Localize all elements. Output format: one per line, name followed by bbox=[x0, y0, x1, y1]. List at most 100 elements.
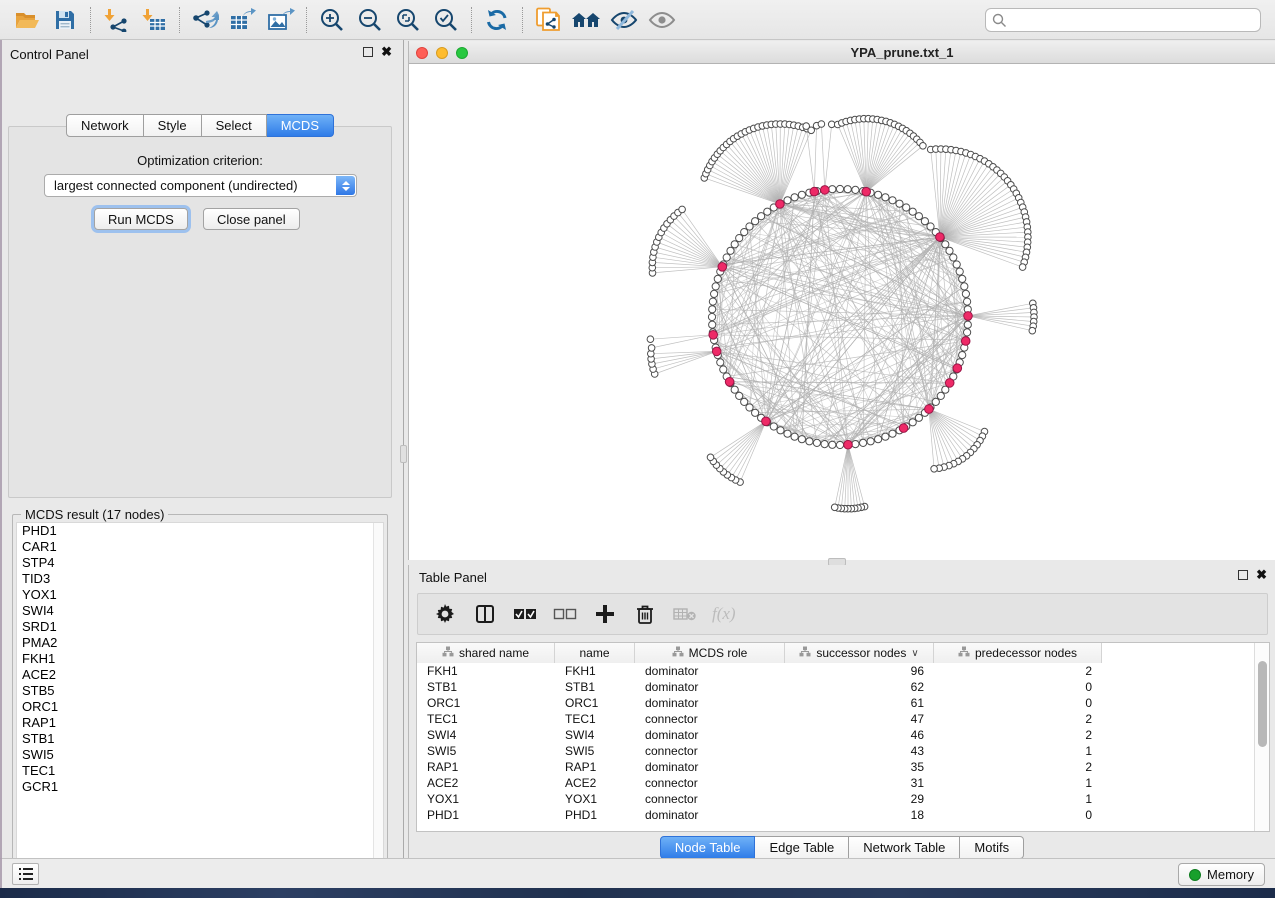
mcds-result-node[interactable]: FKH1 bbox=[17, 651, 383, 667]
table-cell[interactable]: connector bbox=[635, 775, 785, 791]
table-cell[interactable]: RAP1 bbox=[417, 759, 555, 775]
show-column-icon[interactable] bbox=[472, 601, 498, 627]
graph-mcds-node[interactable] bbox=[762, 417, 771, 426]
table-cell[interactable]: 2 bbox=[934, 727, 1102, 743]
graph-node[interactable] bbox=[852, 441, 859, 448]
graph-mcds-node[interactable] bbox=[844, 440, 853, 449]
graph-mcds-node[interactable] bbox=[953, 364, 962, 373]
graph-node[interactable] bbox=[784, 430, 791, 437]
graph-node[interactable] bbox=[829, 186, 836, 193]
table-row[interactable]: TEC1TEC1connector472 bbox=[417, 711, 1254, 727]
mcds-result-node[interactable]: PHD1 bbox=[17, 523, 383, 539]
graph-node[interactable] bbox=[752, 218, 759, 225]
graph-node[interactable] bbox=[746, 404, 753, 411]
table-row[interactable]: SWI4SWI4dominator462 bbox=[417, 727, 1254, 743]
table-scrollbar-thumb[interactable] bbox=[1258, 661, 1267, 747]
export-image-icon[interactable] bbox=[262, 4, 300, 36]
float-panel-icon[interactable] bbox=[363, 47, 373, 57]
hide-selected-eye-icon[interactable] bbox=[605, 4, 643, 36]
graph-node[interactable] bbox=[731, 386, 738, 393]
graph-node[interactable] bbox=[860, 439, 867, 446]
add-row-icon[interactable] bbox=[592, 601, 618, 627]
graph-node[interactable] bbox=[791, 194, 798, 201]
graph-node[interactable] bbox=[964, 321, 971, 328]
graph-node[interactable] bbox=[836, 185, 843, 192]
mcds-result-node[interactable]: GCR1 bbox=[17, 779, 383, 795]
table-cell[interactable]: TEC1 bbox=[417, 711, 555, 727]
graph-mcds-node[interactable] bbox=[961, 337, 970, 346]
graph-node[interactable] bbox=[798, 191, 805, 198]
table-cell[interactable]: 1 bbox=[934, 743, 1102, 759]
table-cell[interactable]: PHD1 bbox=[555, 807, 635, 823]
table-cell[interactable]: dominator bbox=[635, 759, 785, 775]
network-canvas[interactable] bbox=[409, 64, 1275, 560]
table-row[interactable]: STB1STB1dominator620 bbox=[417, 679, 1254, 695]
graph-node[interactable] bbox=[964, 298, 971, 305]
zoom-selected-icon[interactable] bbox=[427, 4, 465, 36]
graph-node[interactable] bbox=[920, 143, 927, 150]
table-row[interactable]: PHD1PHD1dominator180 bbox=[417, 807, 1254, 823]
graph-node[interactable] bbox=[736, 235, 743, 242]
tab-style[interactable]: Style bbox=[144, 114, 202, 137]
table-cell[interactable]: dominator bbox=[635, 727, 785, 743]
graph-mcds-node[interactable] bbox=[821, 186, 830, 195]
table-cell[interactable]: ORC1 bbox=[417, 695, 555, 711]
graph-node[interactable] bbox=[741, 229, 748, 236]
close-panel-button[interactable]: Close panel bbox=[203, 208, 300, 230]
open-file-icon[interactable] bbox=[8, 4, 46, 36]
graph-node[interactable] bbox=[746, 223, 753, 230]
mcds-result-node[interactable]: CAR1 bbox=[17, 539, 383, 555]
search-box[interactable] bbox=[985, 8, 1261, 32]
mcds-result-node[interactable]: SRD1 bbox=[17, 619, 383, 635]
refresh-layout-icon[interactable] bbox=[478, 4, 516, 36]
column-header-predecessor-nodes[interactable]: predecessor nodes bbox=[934, 643, 1102, 663]
table-cell[interactable]: 2 bbox=[934, 663, 1102, 679]
graph-node[interactable] bbox=[950, 254, 957, 261]
table-cell[interactable]: 0 bbox=[934, 807, 1102, 823]
graph-node[interactable] bbox=[882, 433, 889, 440]
graph-node[interactable] bbox=[821, 441, 828, 448]
table-cell[interactable]: 0 bbox=[934, 679, 1102, 695]
graph-node[interactable] bbox=[727, 247, 734, 254]
table-cell[interactable]: SWI5 bbox=[417, 743, 555, 759]
tab-motifs[interactable]: Motifs bbox=[960, 836, 1024, 859]
table-cell[interactable]: PHD1 bbox=[417, 807, 555, 823]
clear-table-icon[interactable] bbox=[672, 601, 698, 627]
graph-node[interactable] bbox=[731, 241, 738, 248]
graph-node[interactable] bbox=[921, 218, 928, 225]
graph-node[interactable] bbox=[896, 200, 903, 207]
table-row[interactable]: FKH1FKH1dominator962 bbox=[417, 663, 1254, 679]
zoom-out-icon[interactable] bbox=[351, 4, 389, 36]
graph-node[interactable] bbox=[708, 313, 715, 320]
close-table-panel-icon[interactable]: ✖ bbox=[1256, 570, 1267, 580]
graph-node[interactable] bbox=[889, 197, 896, 204]
mcds-result-node[interactable]: STB1 bbox=[17, 731, 383, 747]
graph-node[interactable] bbox=[927, 223, 934, 230]
table-cell[interactable]: FKH1 bbox=[417, 663, 555, 679]
graph-node[interactable] bbox=[798, 436, 805, 443]
table-cell[interactable]: connector bbox=[635, 743, 785, 759]
mcds-result-node[interactable]: TEC1 bbox=[17, 763, 383, 779]
graph-node[interactable] bbox=[818, 121, 825, 128]
table-cell[interactable]: SWI4 bbox=[417, 727, 555, 743]
graph-node[interactable] bbox=[867, 438, 874, 445]
graph-node[interactable] bbox=[909, 419, 916, 426]
table-row[interactable]: ORC1ORC1dominator610 bbox=[417, 695, 1254, 711]
graph-mcds-node[interactable] bbox=[718, 263, 727, 272]
graph-node[interactable] bbox=[875, 191, 882, 198]
graph-mcds-node[interactable] bbox=[776, 200, 785, 209]
export-network-icon[interactable] bbox=[186, 4, 224, 36]
graph-node[interactable] bbox=[915, 414, 922, 421]
mcds-list-scrollbar[interactable] bbox=[373, 523, 383, 873]
graph-node[interactable] bbox=[962, 290, 969, 297]
table-cell[interactable]: SWI5 bbox=[555, 743, 635, 759]
graph-node[interactable] bbox=[1029, 327, 1036, 334]
table-cell[interactable]: 2 bbox=[934, 711, 1102, 727]
table-cell[interactable]: 35 bbox=[785, 759, 934, 775]
column-header-successor-nodes[interactable]: successor nodes∨ bbox=[785, 643, 934, 663]
graph-node[interactable] bbox=[844, 186, 851, 193]
graph-node[interactable] bbox=[932, 398, 939, 405]
graph-node[interactable] bbox=[741, 398, 748, 405]
graph-node[interactable] bbox=[806, 438, 813, 445]
graph-node[interactable] bbox=[709, 321, 716, 328]
